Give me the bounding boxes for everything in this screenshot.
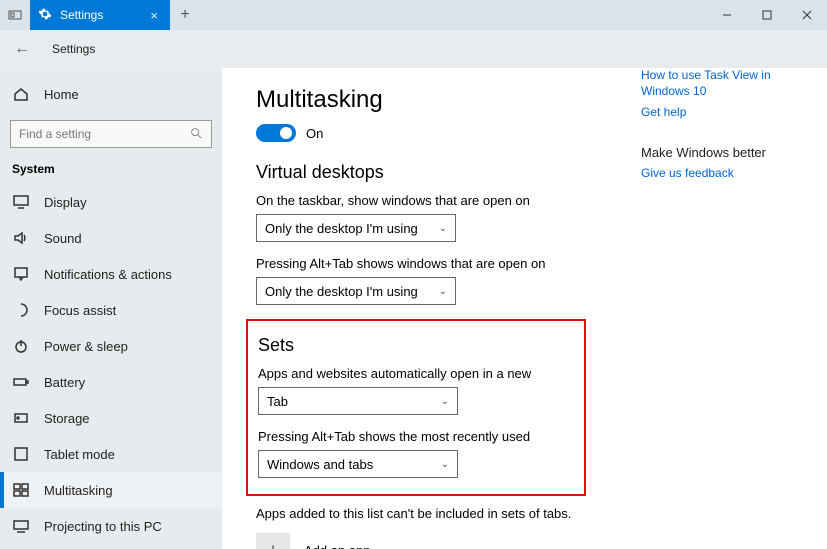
window-controls [707, 0, 827, 30]
sidebar-item-label: Battery [44, 375, 85, 390]
home-icon [12, 86, 30, 102]
chevron-down-icon: ⌄ [439, 223, 447, 234]
related-links: How to use Task View in Windows 10 Get h… [641, 68, 801, 187]
breadcrumb: Settings [52, 42, 95, 56]
gear-icon [38, 7, 52, 24]
tab-well: Settings × + [30, 0, 200, 30]
sidebar-item-label: Display [44, 195, 87, 210]
vd-alttab-label: Pressing Alt+Tab shows windows that are … [256, 256, 797, 271]
link-task-view[interactable]: How to use Task View in Windows 10 [641, 68, 801, 99]
sidebar-item-label: Notifications & actions [44, 267, 172, 282]
vd-taskbar-select[interactable]: Only the desktop I'm using ⌄ [256, 214, 456, 242]
sidebar-item-label: Sound [44, 231, 82, 246]
dropdown-value: Windows and tabs [267, 457, 373, 472]
sidebar-item-storage[interactable]: Storage [0, 400, 222, 436]
sets-open-label: Apps and websites automatically open in … [258, 366, 574, 381]
sidebar-item-shared[interactable]: Shared experiences [0, 544, 222, 549]
settings-content: Multitasking On Virtual desktops On the … [222, 68, 827, 549]
close-icon[interactable]: × [146, 8, 162, 23]
search-icon [189, 126, 203, 143]
window-titlebar: Settings × + [0, 0, 827, 30]
sets-alttab-select[interactable]: Windows and tabs ⌄ [258, 450, 458, 478]
app-header: ← Settings [0, 30, 827, 68]
link-feedback[interactable]: Give us feedback [641, 166, 801, 182]
dropdown-value: Only the desktop I'm using [265, 221, 418, 236]
sidebar-item-multi[interactable]: Multitasking [0, 472, 222, 508]
sidebar-item-battery[interactable]: Battery [0, 364, 222, 400]
sidebar-item-display[interactable]: Display [0, 184, 222, 220]
sidebar-item-tablet[interactable]: Tablet mode [0, 436, 222, 472]
storage-icon [12, 410, 30, 426]
sidebar-item-home[interactable]: Home [0, 76, 222, 112]
sidebar-item-notif[interactable]: Notifications & actions [0, 256, 222, 292]
new-tab-button[interactable]: + [170, 0, 200, 30]
sidebar-item-label: Storage [44, 411, 90, 426]
multi-icon [12, 482, 30, 498]
back-button[interactable]: ← [8, 40, 36, 58]
chevron-down-icon: ⌄ [441, 396, 449, 407]
maximize-button[interactable] [747, 0, 787, 30]
sidebar-item-label: Multitasking [44, 483, 113, 498]
sidebar-section-label: System [0, 158, 222, 184]
battery-icon [12, 374, 30, 390]
link-get-help[interactable]: Get help [641, 105, 801, 121]
power-icon [12, 338, 30, 354]
vd-taskbar-label: On the taskbar, show windows that are op… [256, 193, 797, 208]
sidebar-item-label: Focus assist [44, 303, 116, 318]
multitasking-toggle[interactable] [256, 124, 296, 142]
minimize-button[interactable] [707, 0, 747, 30]
chevron-down-icon: ⌄ [439, 286, 447, 297]
sound-icon [12, 230, 30, 246]
add-app-label: Add an app [304, 543, 371, 549]
sidebar: Home Find a setting System Display Sound N… [0, 68, 222, 549]
sidebar-item-sound[interactable]: Sound [0, 220, 222, 256]
sets-alttab-label: Pressing Alt+Tab shows the most recently… [258, 429, 574, 444]
sidebar-item-label: Home [44, 87, 79, 102]
tablet-icon [12, 446, 30, 462]
sidebar-item-label: Power & sleep [44, 339, 128, 354]
dropdown-value: Only the desktop I'm using [265, 284, 418, 299]
sets-highlight-box: Sets Apps and websites automatically ope… [246, 319, 586, 496]
vd-alttab-select[interactable]: Only the desktop I'm using ⌄ [256, 277, 456, 305]
display-icon [12, 194, 30, 210]
sidebar-item-project[interactable]: Projecting to this PC [0, 508, 222, 544]
project-icon [12, 518, 30, 534]
focus-icon [12, 302, 30, 318]
sidebar-item-focus[interactable]: Focus assist [0, 292, 222, 328]
section-sets: Sets [258, 335, 574, 356]
sets-open-select[interactable]: Tab ⌄ [258, 387, 458, 415]
close-window-button[interactable] [787, 0, 827, 30]
feedback-heading: Make Windows better [641, 145, 801, 160]
tab-title: Settings [60, 8, 138, 22]
tab-settings[interactable]: Settings × [30, 0, 170, 30]
sidebar-item-label: Tablet mode [44, 447, 115, 462]
sidebar-item-label: Projecting to this PC [44, 519, 162, 534]
search-placeholder: Find a setting [19, 127, 91, 141]
sidebar-item-power[interactable]: Power & sleep [0, 328, 222, 364]
toggle-label: On [306, 126, 323, 141]
search-input[interactable]: Find a setting [10, 120, 212, 148]
chevron-down-icon: ⌄ [441, 459, 449, 470]
notif-icon [12, 266, 30, 282]
dropdown-value: Tab [267, 394, 288, 409]
task-view-button[interactable] [0, 0, 30, 30]
sets-apps-note: Apps added to this list can't be include… [256, 506, 797, 521]
add-app-button[interactable]: + [256, 533, 290, 549]
